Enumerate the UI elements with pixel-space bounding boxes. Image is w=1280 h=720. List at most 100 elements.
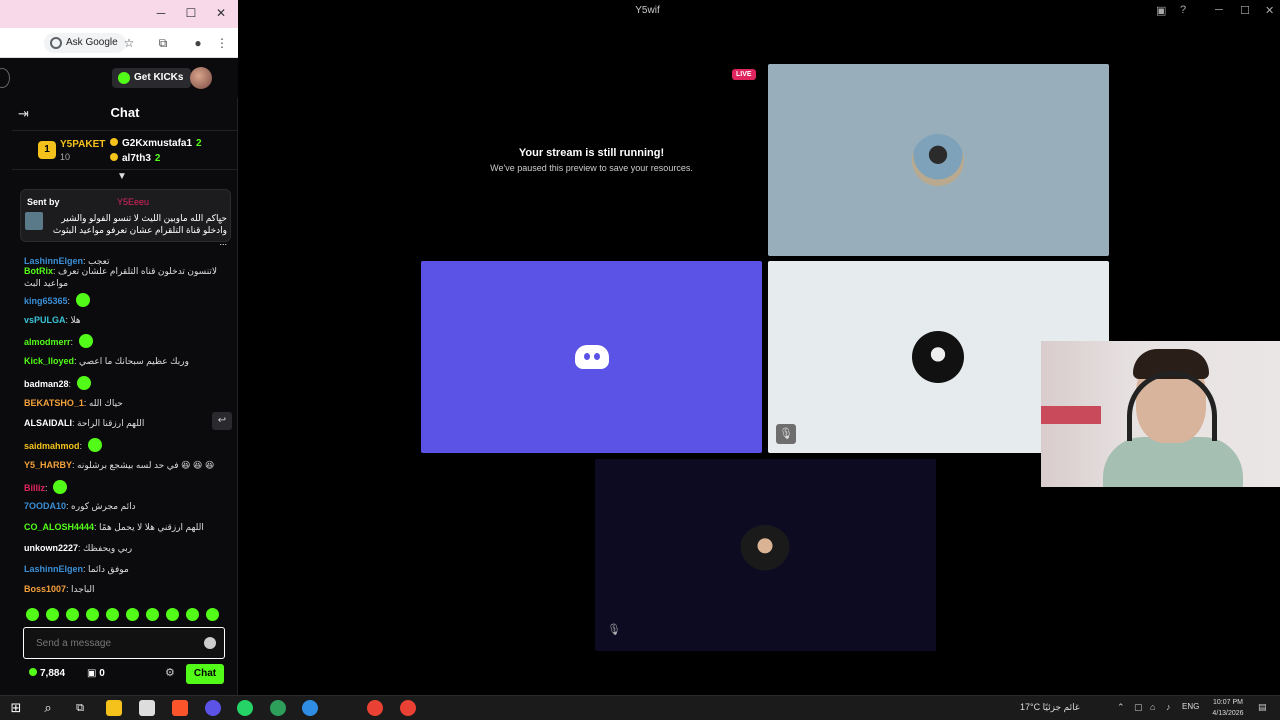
- minimize-button[interactable]: ─: [151, 4, 171, 22]
- emote-icon[interactable]: [126, 608, 139, 621]
- participant-tile[interactable]: [768, 64, 1109, 256]
- discord-tile[interactable]: [421, 261, 762, 453]
- whatsapp-icon[interactable]: [237, 700, 253, 716]
- chat-message: ALSAIDALI: اللهم ارزقنا الراحة: [24, 417, 234, 429]
- emote-icon[interactable]: [166, 608, 179, 621]
- chat-message: Boss1007: الباجدا: [24, 583, 234, 595]
- file-explorer-icon[interactable]: [106, 700, 122, 716]
- kicks-icon: [29, 668, 37, 676]
- chat-username[interactable]: almodmerr: [24, 337, 71, 347]
- chat-username[interactable]: BEKATSHO_1: [24, 398, 84, 408]
- store-icon[interactable]: [139, 700, 155, 716]
- chat-username[interactable]: LashinnElgen: [24, 564, 83, 574]
- windows-start-icon[interactable]: ⊞: [8, 700, 24, 716]
- emote-icon[interactable]: [206, 608, 219, 621]
- chat-username[interactable]: 7OODA10: [24, 501, 66, 511]
- send-chat-button[interactable]: Chat: [186, 664, 224, 684]
- close-button[interactable]: ✕: [1265, 4, 1274, 17]
- chat-username[interactable]: Kick_lloyed: [24, 356, 74, 366]
- chat-username[interactable]: badman28: [24, 379, 69, 389]
- expand-leaderboard-icon[interactable]: ▼: [117, 171, 127, 182]
- chat-username[interactable]: Y5_HARBY: [24, 460, 72, 470]
- extensions-icon[interactable]: ⧉: [154, 34, 172, 52]
- chat-username[interactable]: vsPULGA: [24, 315, 66, 325]
- maximize-button[interactable]: ☐: [1240, 4, 1250, 17]
- avatar[interactable]: [190, 67, 212, 89]
- message-input-box: [23, 627, 225, 659]
- emote-icon[interactable]: [146, 608, 159, 621]
- leaderboard-entry[interactable]: al7th3 2: [110, 153, 160, 164]
- app-icon[interactable]: [270, 700, 286, 716]
- message-input[interactable]: [36, 635, 196, 651]
- emoji-icon[interactable]: [204, 637, 216, 649]
- chat-text: ربي ويحفظك: [83, 543, 133, 553]
- gift-icon: [110, 153, 118, 161]
- ask-google-button[interactable]: Ask Google: [44, 33, 126, 53]
- chat-text: دائم مجرش كوره: [71, 501, 136, 511]
- chrome-icon[interactable]: [367, 700, 383, 716]
- chevron-up-icon[interactable]: ⌃: [1117, 702, 1125, 713]
- pinned-text-line: وادخلو قناة التلقرام عشان تعرفو مواعيد ا…: [52, 225, 227, 247]
- language-indicator[interactable]: ENG: [1182, 702, 1199, 711]
- kick-topbar: Get KICKs: [0, 58, 238, 98]
- gifts-balance-value: 0: [99, 668, 105, 679]
- participant-tile[interactable]: 🎙: [595, 459, 936, 651]
- chat-text: اللهم ارزقنا الراحة: [77, 418, 145, 428]
- emote-icon[interactable]: [46, 608, 59, 621]
- chat-username[interactable]: king65365: [24, 296, 68, 306]
- mic-muted-icon: 🎙: [607, 624, 621, 636]
- paused-subtitle: We've paused this preview to save your r…: [490, 163, 693, 173]
- notifications-icon[interactable]: ▤: [1258, 702, 1267, 713]
- chat-username[interactable]: Boss1007: [24, 584, 66, 594]
- menu-kebab-icon[interactable]: ⋮: [213, 34, 231, 52]
- chrome-icon[interactable]: [400, 700, 416, 716]
- network-icon[interactable]: ⌂: [1150, 702, 1155, 712]
- bookmark-star-icon[interactable]: ☆: [120, 34, 138, 52]
- gear-icon[interactable]: ⚙: [165, 666, 175, 679]
- tray-app-icon[interactable]: ▢: [1134, 702, 1143, 713]
- chat-message: Billiz:: [24, 480, 234, 494]
- maximize-button[interactable]: ☐: [181, 4, 201, 22]
- chat-text: موفق دائما: [88, 564, 129, 574]
- get-kicks-button[interactable]: Get KICKs: [112, 68, 192, 88]
- kicks-balance[interactable]: 7,884: [29, 668, 65, 679]
- chat-message: saidmahmod:: [24, 438, 234, 452]
- chat-username[interactable]: unkown2227: [24, 543, 78, 553]
- profile-icon[interactable]: ●: [189, 34, 207, 52]
- reply-icon[interactable]: ↩: [212, 412, 232, 430]
- emote-icon[interactable]: [186, 608, 199, 621]
- leaderboard-entry-count: 2: [154, 153, 161, 164]
- leaderboard-entry[interactable]: G2Kxmustafa1 2: [110, 138, 202, 149]
- weather-widget[interactable]: 17°C غائم جزئيًا: [1020, 702, 1080, 713]
- gifts-balance[interactable]: ▣ 0: [87, 668, 105, 679]
- chat-message: BEKATSHO_1: حياك الله: [24, 397, 234, 409]
- kicks-icon: [118, 72, 130, 84]
- chat-username[interactable]: BotRix: [24, 266, 53, 276]
- task-view-icon[interactable]: ⧉: [72, 700, 88, 716]
- chat-username[interactable]: ALSAIDALI: [24, 418, 72, 428]
- chat-link[interactable]: https://telegram.me/y5Espots: [24, 290, 141, 291]
- leaderboard-top-name[interactable]: Y5PAKET: [60, 139, 105, 150]
- volume-icon[interactable]: ♪: [1166, 702, 1171, 712]
- pinned-message[interactable]: Sent by Y5Eeeu حياكم الله ماوبين الليث ل…: [20, 189, 231, 247]
- discord-icon[interactable]: [205, 700, 221, 716]
- app-icon[interactable]: [302, 700, 318, 716]
- clock[interactable]: 10:07 PM 4/13/2026: [1205, 697, 1251, 719]
- close-button[interactable]: ✕: [211, 4, 231, 22]
- emote-icon[interactable]: [26, 608, 39, 621]
- chevron-down-icon[interactable]: ⌄: [216, 216, 224, 227]
- picture-in-picture-icon[interactable]: ▣: [1156, 4, 1166, 17]
- emote-icon[interactable]: [106, 608, 119, 621]
- chat-username[interactable]: CO_ALOSH4444: [24, 522, 94, 532]
- help-icon[interactable]: ?: [1180, 4, 1186, 16]
- emote-icon[interactable]: [66, 608, 79, 621]
- search-icon[interactable]: ⌕: [40, 700, 56, 716]
- brave-icon[interactable]: [172, 700, 188, 716]
- chat-username[interactable]: Billiz: [24, 483, 45, 493]
- emote-bar: [26, 607, 226, 623]
- chat-username[interactable]: saidmahmod: [24, 441, 80, 451]
- chat-message: CO_ALOSH4444: اللهم ارزقني هلا لا يحمل ه…: [24, 521, 234, 533]
- chat-message: LashinnElgen: موفق دائما: [24, 563, 234, 575]
- minimize-button[interactable]: ─: [1215, 4, 1223, 16]
- emote-icon[interactable]: [86, 608, 99, 621]
